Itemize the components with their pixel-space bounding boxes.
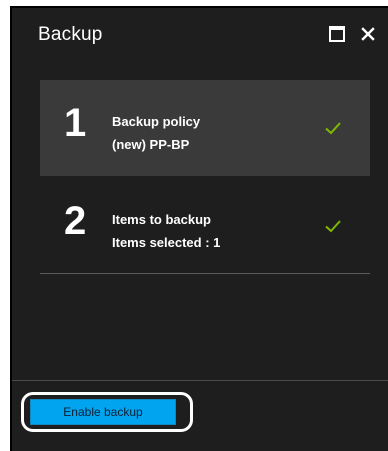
checkmark-icon — [325, 220, 341, 233]
enable-backup-button[interactable]: Enable backup — [30, 399, 176, 425]
backup-blade: Backup 1 Backup policy (new) PP-BP 2 Ite… — [10, 6, 388, 451]
step-number: 2 — [64, 199, 87, 243]
step-subtitle: (new) PP-BP — [112, 137, 190, 152]
step-title: Backup policy — [112, 114, 201, 129]
close-button[interactable] — [358, 24, 378, 44]
close-icon — [361, 27, 375, 41]
blade-title: Backup — [38, 24, 103, 45]
blade-header: Backup — [12, 8, 388, 64]
step-items-to-backup[interactable]: 2 Items to backup Items selected : 1 — [40, 178, 370, 274]
step-backup-policy[interactable]: 1 Backup policy (new) PP-BP — [40, 80, 370, 176]
step-number: 1 — [64, 101, 87, 145]
step-title: Items to backup — [112, 212, 211, 227]
footer-divider — [12, 380, 388, 381]
checkmark-icon — [325, 122, 341, 135]
step-subtitle: Items selected : 1 — [112, 235, 221, 250]
maximize-button[interactable] — [327, 24, 347, 44]
maximize-icon — [329, 26, 345, 42]
